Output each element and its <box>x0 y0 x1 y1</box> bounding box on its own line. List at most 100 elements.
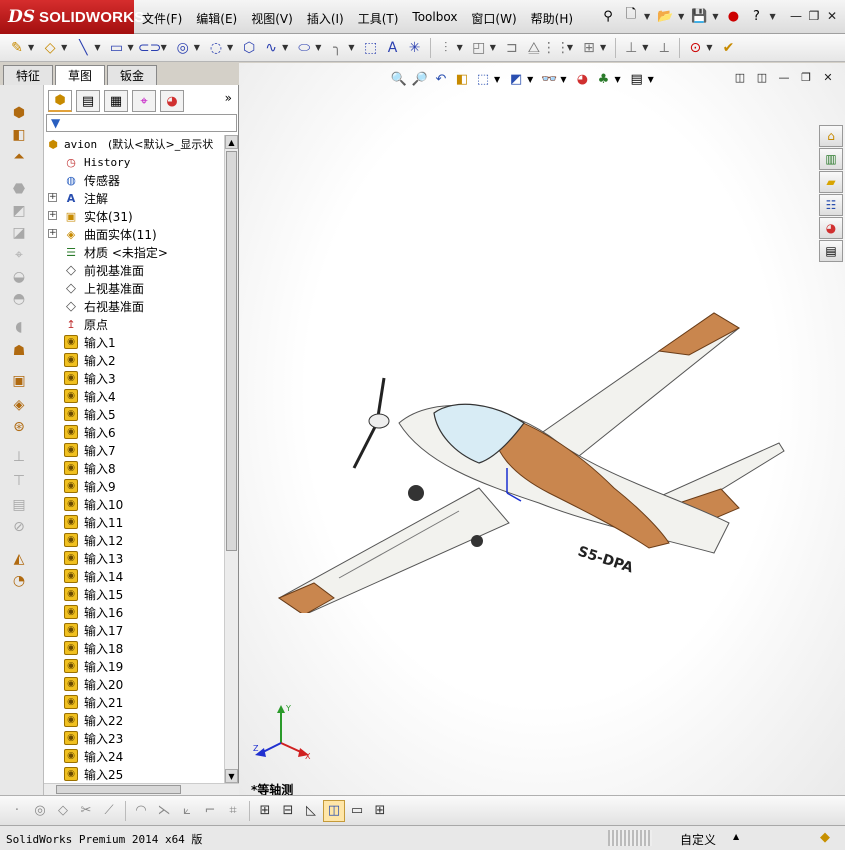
chevron-down-icon[interactable]: ▼ <box>712 12 718 21</box>
solidworks-resources-icon[interactable]: ⌂ <box>819 125 843 147</box>
curves-icon[interactable]: ⊛ <box>8 417 30 437</box>
chevron-down-icon[interactable]: ▼ <box>600 43 606 52</box>
tree-item-import[interactable]: ◉ 输入18 <box>44 639 225 657</box>
minimize-document-icon[interactable]: — <box>773 71 795 84</box>
tree-item-import[interactable]: ◉ 输入21 <box>44 693 225 711</box>
chevron-down-icon[interactable]: ▼ <box>678 12 684 21</box>
tree-item-import[interactable]: ◉ 输入2 <box>44 351 225 369</box>
tree-item-import[interactable]: ◉ 输入20 <box>44 675 225 693</box>
edit-appearance-icon[interactable]: ◕ <box>572 69 592 89</box>
graphics-area[interactable]: 🔍 🔎 ↶ ◧ ⬚ ▼ ◩ ▼ 👓 ▼ ◕ ♣ ▼ ▤ ▼ ◫ ◫ — ❐ ✕ ⌂ ▥ ▰… <box>239 63 845 797</box>
tree-item-top-plane[interactable]: ◇ 上视基准面 <box>44 279 225 297</box>
rectangle-icon[interactable]: ▭ <box>105 37 127 59</box>
mirror-feature-icon[interactable]: ◭ <box>8 549 30 569</box>
tab-sheet-metal[interactable]: 钣金 <box>107 65 158 85</box>
view-orientation-icon[interactable]: ⬚ <box>473 69 493 89</box>
tree-item-import[interactable]: ◉ 输入9 <box>44 477 225 495</box>
menu-window[interactable]: 窗口(W) <box>471 10 516 27</box>
smart-dimension-icon[interactable]: ◇ <box>39 37 61 59</box>
tree-item-import[interactable]: ◉ 输入22 <box>44 711 225 729</box>
draft-icon[interactable]: ⊥ <box>8 447 30 467</box>
zoom-to-area-icon[interactable]: 🔎 <box>410 69 430 89</box>
point-icon[interactable]: · <box>6 800 28 822</box>
circle-icon[interactable]: ◎ <box>172 37 194 59</box>
tree-item-surface-bodies[interactable]: + ◈ 曲面实体(11) <box>44 225 225 243</box>
dimxpert-icon[interactable]: ⌖ <box>132 90 156 112</box>
chevron-down-icon[interactable]: ▼ <box>614 75 620 84</box>
tree-item-import[interactable]: ◉ 输入4 <box>44 387 225 405</box>
solidworks-logo[interactable]: DS SOLIDWORKS <box>0 0 144 34</box>
restore-document-icon[interactable]: ❐ <box>795 71 817 84</box>
tree-item-import[interactable]: ◉ 输入5 <box>44 405 225 423</box>
sweep-icon[interactable]: ⏶ <box>8 147 30 167</box>
tab-features[interactable]: 特征 <box>3 65 54 85</box>
configurationmanager-icon[interactable]: ▦ <box>104 90 128 112</box>
fillet-icon[interactable]: ⟋ <box>98 800 120 822</box>
move-entities-icon[interactable]: ⊞ <box>578 37 600 59</box>
help-icon[interactable]: ? <box>746 6 766 26</box>
offset-icon[interactable]: ⊐ <box>501 37 523 59</box>
tree-item-solid-bodies[interactable]: + ▣ 实体(31) <box>44 207 225 225</box>
shell-icon[interactable]: ⊤ <box>8 471 30 491</box>
chevron-down-icon[interactable]: ▼ <box>490 43 496 52</box>
previous-view-icon[interactable]: ↶ <box>431 69 451 89</box>
new-document-icon[interactable]: 🗋 <box>621 6 641 26</box>
display-relations-icon[interactable]: ⊥ <box>620 37 642 59</box>
menu-tools[interactable]: 工具(T) <box>358 10 399 27</box>
custom-properties-icon[interactable]: ▤ <box>819 240 843 262</box>
open-folder-icon[interactable]: 📂 <box>655 6 675 26</box>
tree-item-import[interactable]: ◉ 输入14 <box>44 567 225 585</box>
chevron-up-icon[interactable]: ▲ <box>733 832 739 841</box>
plane-view-icon[interactable]: ◺ <box>300 800 322 822</box>
move-icon[interactable]: ⟀ <box>176 800 198 822</box>
pattern-icon[interactable]: ⋮⋮ <box>542 37 570 59</box>
unit-system-selector[interactable]: 自定义 <box>680 831 716 848</box>
tree-item-import[interactable]: ◉ 输入1 <box>44 333 225 351</box>
view-palette-icon[interactable]: ☷ <box>819 194 843 216</box>
appearances-icon[interactable]: ◕ <box>819 217 843 239</box>
chevron-down-icon[interactable]: ▼ <box>194 43 200 52</box>
design-library-icon[interactable]: ▥ <box>819 148 843 170</box>
trim-icon[interactable]: ⫶ <box>435 37 457 59</box>
scrollbar-thumb[interactable] <box>226 151 237 551</box>
tree-root-part[interactable]: ⬢ avion (默认<默认>_显示状 <box>44 135 225 153</box>
extrude-boss-icon[interactable]: ⬢ <box>8 103 30 123</box>
cut-extrude-icon[interactable]: ◪ <box>8 223 30 243</box>
menu-edit[interactable]: 编辑(E) <box>196 10 237 27</box>
chevron-down-icon[interactable]: ▼ <box>28 43 34 52</box>
chevron-down-icon[interactable]: ▼ <box>457 43 463 52</box>
trim-icon[interactable]: ✂ <box>75 800 97 822</box>
plane-icon[interactable]: ⬚ <box>360 37 382 59</box>
polygon-icon[interactable]: ◇ <box>52 800 74 822</box>
tile-horizontal-icon[interactable]: ◫ <box>729 71 751 84</box>
close-document-icon[interactable]: ✕ <box>817 71 839 84</box>
rebuild-traffic-light-icon[interactable]: ● <box>723 6 743 26</box>
arc-icon[interactable]: ◌ <box>205 37 227 59</box>
single-viewport-icon[interactable]: ▭ <box>346 800 368 822</box>
grid-icon[interactable]: ⊟ <box>277 800 299 822</box>
chevron-down-icon[interactable]: ▼ <box>769 12 775 21</box>
hole-wizard-icon[interactable]: ⌖ <box>8 245 30 265</box>
tree-item-import[interactable]: ◉ 输入23 <box>44 729 225 747</box>
chevron-down-icon[interactable]: ▼ <box>348 43 354 52</box>
tree-item-sensors[interactable]: ◍ 传感器 <box>44 171 225 189</box>
save-icon[interactable]: 💾 <box>689 6 709 26</box>
boundary-icon[interactable]: ◩ <box>8 201 30 221</box>
scroll-up-icon[interactable]: ▲ <box>225 135 238 149</box>
chevron-down-icon[interactable]: ▼ <box>644 12 650 21</box>
chevron-down-icon[interactable]: ▼ <box>642 43 648 52</box>
minimize-window-icon[interactable]: — <box>787 8 805 24</box>
tree-item-import[interactable]: ◉ 输入3 <box>44 369 225 387</box>
loft-icon[interactable]: ⬣ <box>8 179 30 199</box>
tree-item-annotations[interactable]: + A 注解 <box>44 189 225 207</box>
mirror-icon[interactable]: ⋋ <box>153 800 175 822</box>
expand-plus-icon[interactable]: + <box>48 211 57 220</box>
chevron-down-icon[interactable]: ▼ <box>282 43 288 52</box>
menu-view[interactable]: 视图(V) <box>251 10 293 27</box>
chevron-down-icon[interactable]: ▼ <box>161 43 167 52</box>
point-icon[interactable]: ✳ <box>404 37 426 59</box>
isometric-view-icon[interactable]: ◫ <box>323 799 345 822</box>
tree-item-import[interactable]: ◉ 输入12 <box>44 531 225 549</box>
tree-item-import[interactable]: ◉ 输入15 <box>44 585 225 603</box>
tree-item-material[interactable]: ☰ 材质 <未指定> <box>44 243 225 261</box>
